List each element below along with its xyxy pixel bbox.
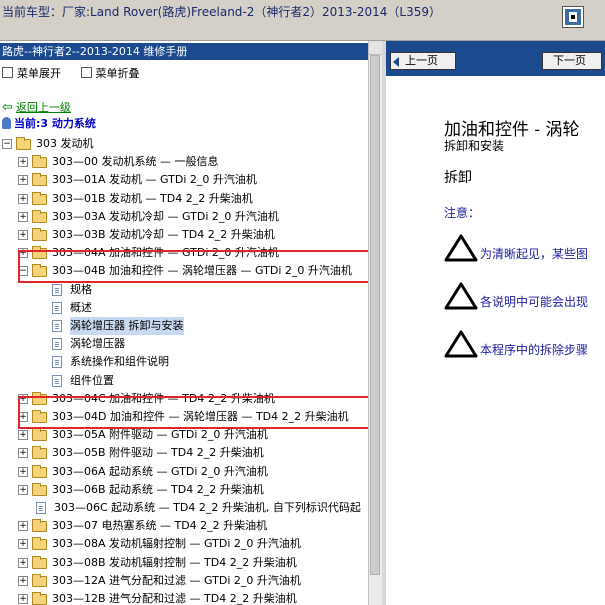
collapse-icon	[80, 67, 92, 78]
location-pin-icon	[2, 117, 11, 129]
tree-item-label: 涡轮增压器 拆卸与安装	[70, 317, 184, 335]
next-page-button[interactable]: 下一页	[542, 52, 605, 70]
folder-icon	[32, 173, 47, 187]
tree-item-label: 303—08B 发动机辐射控制 — TD4 2_2 升柴油机	[52, 555, 297, 569]
scroll-up-icon[interactable]	[369, 41, 382, 55]
expand-node-icon[interactable]: +	[18, 557, 28, 568]
expand-node-icon[interactable]: +	[18, 211, 28, 222]
tree-item-label: 303—07 电热塞系统 — TD4 2_2 升柴油机	[52, 519, 268, 533]
top-bar: 当前车型：厂家:Land Rover(路虎)Freeland-2（神行者2）20…	[0, 0, 605, 41]
navigation-panel: 路虎--神行者2--2013-2014 维修手册 菜单展开 菜单折叠 ⇦ 返回上一…	[0, 41, 368, 605]
tree-item-label: 涡轮增压器	[70, 337, 125, 351]
folder-icon	[32, 428, 47, 442]
tree-item-label: 303—00 发动机系统 — 一般信息	[52, 155, 219, 169]
tree-item-label: 303—12B 进气分配和过滤 — TD4 2_2 升柴油机	[52, 592, 297, 605]
menu-collapse-button[interactable]: 菜单折叠	[79, 65, 140, 81]
folder-icon	[32, 446, 47, 460]
tree-item-label: 303—01B 发动机 — TD4 2_2 升柴油机	[52, 191, 253, 205]
tree-item-label: 303—01A 发动机 — GTDi 2_0 升汽油机	[52, 173, 257, 187]
expand-node-icon[interactable]: +	[18, 466, 28, 477]
document-icon	[52, 301, 62, 314]
tree-item-label: 概述	[70, 300, 92, 314]
prev-page-label: 上一页	[405, 54, 438, 67]
tree-item-label: 303—08A 发动机辐射控制 — GTDi 2_0 升汽油机	[52, 537, 301, 551]
expand-node-icon[interactable]: +	[18, 230, 28, 240]
current-section: 当前:3 动力系统	[2, 115, 96, 131]
warning-triangle-icon	[444, 330, 478, 358]
back-arrow-icon: ⇦	[2, 100, 13, 115]
current-vehicle-label: 当前车型：厂家:Land Rover(路虎)Freeland-2（神行者2）20…	[2, 5, 442, 19]
warning-triangle-icon	[444, 234, 478, 262]
tree-item-label: 303—06C 起动系统 — TD4 2_2 升柴油机, 自下列标识代码起	[54, 501, 361, 514]
warning-text-3: 本程序中的拆除步骤	[480, 343, 589, 357]
highlight-box-04d	[18, 396, 368, 429]
menu-expand-button[interactable]: 菜单展开	[0, 65, 61, 81]
document-icon	[52, 320, 62, 332]
current-section-label: 当前:3 动力系统	[14, 117, 96, 130]
folder-icon	[32, 191, 47, 205]
tree-item-label: 规格	[70, 282, 92, 296]
menu-collapse-label: 菜单折叠	[95, 67, 140, 80]
tree-item-label: 组件位置	[70, 373, 114, 387]
back-link-row: ⇦ 返回上一级	[2, 99, 71, 115]
folder-icon	[32, 537, 47, 551]
expand-node-icon[interactable]: +	[18, 575, 28, 586]
prev-arrow-icon	[393, 57, 399, 67]
tree-item-label: 303—03A 发动机冷却 — GTDi 2_0 升汽油机	[52, 209, 279, 223]
back-link[interactable]: 返回上一级	[16, 101, 71, 114]
tree-scrollbar[interactable]	[368, 41, 382, 605]
tree-item-label: 303—06B 起动系统 — TD4 2_2 升柴油机	[52, 482, 264, 496]
expand-node-icon[interactable]: +	[18, 193, 28, 204]
tree-item-label: 303 发动机	[36, 137, 94, 150]
document-icon	[36, 502, 46, 514]
next-page-label: 下一页	[553, 54, 586, 67]
menu-expand-label: 菜单展开	[17, 67, 61, 80]
folder-icon	[32, 228, 47, 241]
expand-node-icon[interactable]: +	[18, 448, 28, 459]
expand-node-icon[interactable]: +	[18, 157, 28, 168]
folder-icon	[32, 482, 47, 496]
folder-icon	[16, 137, 31, 150]
expand-node-icon[interactable]: +	[18, 594, 28, 604]
folder-icon	[32, 209, 47, 223]
document-icon	[52, 374, 62, 387]
expand-node-icon[interactable]: +	[18, 539, 28, 550]
exit-door-icon[interactable]	[562, 6, 584, 28]
note-label: 注意：	[444, 206, 481, 220]
scroll-thumb[interactable]	[370, 55, 380, 575]
document-icon	[52, 283, 62, 296]
tree-item-label: 系统操作和组件说明	[70, 355, 169, 369]
warning-text-1: 为清晰起见，某些图	[480, 247, 589, 261]
document-icon	[52, 356, 62, 369]
folder-icon	[32, 555, 47, 569]
tree-item-label: 303—06A 起动系统 — GTDi 2_0 升汽油机	[52, 464, 268, 478]
highlight-box-04b	[18, 250, 368, 283]
collapse-node-icon[interactable]: −	[2, 139, 12, 149]
tree-item-label: 303—05B 附件驱动 — TD4 2_2 升柴油机	[52, 446, 264, 460]
folder-icon	[32, 519, 47, 533]
folder-icon	[32, 464, 47, 478]
document-panel: 上一页 下一页 加油和控件 - 涡轮 拆卸和安装 拆卸 注意： 为清晰起见，某些…	[386, 41, 605, 605]
page-nav-bar: 上一页 下一页	[386, 41, 605, 76]
folder-icon	[32, 592, 47, 605]
expand-node-icon[interactable]: +	[18, 484, 28, 495]
tree-item-label: 303—03B 发动机冷却 — TD4 2_2 升柴油机	[52, 228, 275, 241]
warning-text-2: 各说明中可能会出现	[480, 295, 589, 309]
prev-page-button[interactable]: 上一页	[390, 52, 456, 70]
expand-node-icon[interactable]: +	[18, 521, 28, 532]
folder-icon	[32, 155, 47, 169]
warning-triangle-icon	[444, 282, 478, 310]
doc-subtitle: 拆卸和安装	[444, 139, 505, 153]
expand-node-icon[interactable]: +	[18, 430, 28, 441]
manual-title: 路虎--神行者2--2013-2014 维修手册	[0, 43, 368, 60]
menu-toolbar: 菜单展开 菜单折叠	[0, 65, 154, 81]
doc-heading: 拆卸	[444, 170, 472, 186]
expand-icon	[2, 67, 13, 78]
expand-node-icon[interactable]: +	[18, 175, 28, 186]
tree-item-label: 303—12A 进气分配和过滤 — GTDi 2_0 升汽油机	[52, 573, 301, 587]
document-icon	[52, 338, 62, 351]
folder-icon	[32, 573, 47, 587]
